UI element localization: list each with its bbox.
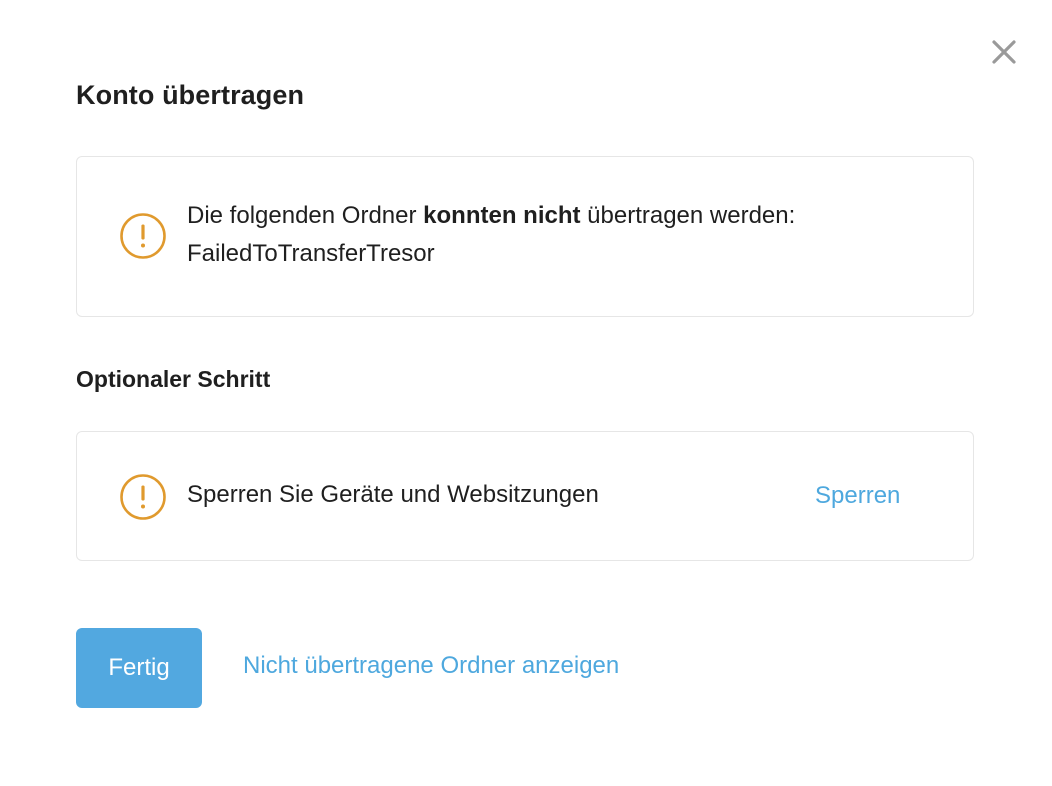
error-text-bold: konnten nicht — [423, 202, 581, 229]
transfer-error-message: Die folgenden Ordner konnten nicht übert… — [187, 197, 795, 273]
warning-icon — [119, 473, 167, 521]
failed-folder-name: FailedToTransferTresor — [187, 240, 435, 267]
optional-step-heading: Optionaler Schritt — [76, 366, 271, 392]
optional-step-card: Sperren Sie Geräte und Websitzungen Sper… — [76, 431, 974, 561]
warning-icon — [119, 212, 167, 260]
transfer-account-dialog: Konto übertragen Die folgenden Ordner ko… — [0, 0, 1052, 786]
transfer-error-card: Die folgenden Ordner konnten nicht übert… — [76, 156, 974, 317]
close-icon[interactable] — [990, 38, 1018, 66]
done-button[interactable]: Fertig — [76, 628, 202, 708]
lock-devices-message: Sperren Sie Geräte und Websitzungen — [187, 481, 599, 508]
dialog-title: Konto übertragen — [76, 80, 305, 110]
show-untransferred-folders-link[interactable]: Nicht übertragene Ordner anzeigen — [243, 652, 619, 680]
error-text-after: übertragen werden: — [580, 202, 796, 229]
error-text-before: Die folgenden Ordner — [187, 202, 424, 229]
lock-devices-link[interactable]: Sperren — [815, 482, 900, 510]
